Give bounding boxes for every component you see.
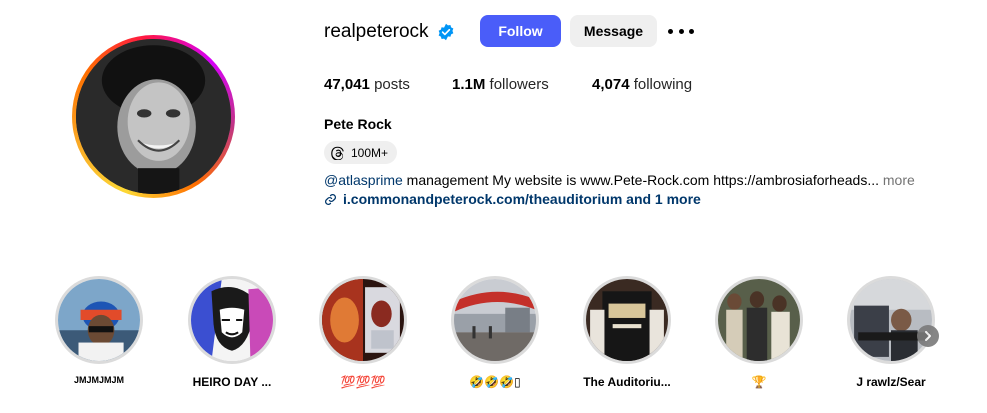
posts-count: 47,041 <box>324 76 370 93</box>
threads-followers-count: 100M+ <box>351 145 389 160</box>
story-highlight[interactable]: 💯💯💯 <box>318 276 408 389</box>
threads-icon <box>331 146 344 160</box>
username: realpeterock <box>324 21 429 42</box>
highlight-cover-image <box>454 279 536 361</box>
followers-stat[interactable]: 1.1M followers <box>452 76 592 93</box>
external-link[interactable]: i.commonandpeterock.com/theauditorium an… <box>324 191 701 207</box>
more-options-icon[interactable] <box>668 22 694 40</box>
highlight-label: J rawlz/Sear <box>856 375 926 389</box>
chevron-right-icon <box>925 331 931 341</box>
highlight-cover-image <box>191 279 273 361</box>
followers-count: 1.1M <box>452 76 486 93</box>
avatar-photo <box>76 39 231 194</box>
highlight-label: 🏆 <box>751 375 767 389</box>
bio-body: management My website is www.Pete-Rock.c… <box>402 172 879 188</box>
avatar-portrait-image <box>76 39 231 194</box>
following-stat[interactable]: 4,074 following <box>592 76 692 93</box>
highlight-label: The Auditoriu... <box>583 375 671 389</box>
followers-label: followers <box>489 76 549 93</box>
story-highlight[interactable]: 🤣🤣🤣▯ <box>450 276 540 389</box>
profile-stats: 47,041 posts 1.1M followers 4,074 follow… <box>324 76 692 93</box>
story-highlight[interactable]: JMJMJMJM <box>54 276 144 385</box>
highlight-ring <box>715 276 803 364</box>
highlight-cover-image <box>586 279 668 361</box>
full-name: Pete Rock <box>324 116 392 132</box>
highlight-cover <box>191 279 273 361</box>
posts-label: posts <box>374 76 410 93</box>
story-highlight[interactable]: HEIRO DAY ... <box>187 276 277 389</box>
bio-text: @atlasprime management My website is www… <box>324 172 915 188</box>
bio-more-button[interactable]: more <box>879 172 915 188</box>
profile-header: realpeterock <box>324 16 455 48</box>
highlight-cover-image <box>58 279 140 361</box>
highlight-cover-image <box>322 279 404 361</box>
threads-badge[interactable]: 100M+ <box>324 141 398 164</box>
highlights-next-button[interactable] <box>917 325 939 347</box>
highlight-label: 🤣🤣🤣▯ <box>469 375 521 389</box>
highlight-cover <box>718 279 800 361</box>
highlight-cover <box>322 279 404 361</box>
dot <box>668 28 673 34</box>
story-highlight[interactable]: J rawlz/Sear <box>846 276 936 389</box>
story-highlight[interactable]: 🏆 <box>714 276 804 389</box>
profile-avatar[interactable] <box>72 35 235 198</box>
highlight-label: JMJMJMJM <box>73 375 124 385</box>
bio-mention-link[interactable]: @atlasprime <box>324 172 403 188</box>
verified-badge-icon <box>438 23 453 41</box>
highlight-cover <box>58 279 140 361</box>
highlight-label: 💯💯💯 <box>340 375 386 389</box>
highlight-ring <box>583 276 671 364</box>
following-label: following <box>633 76 693 93</box>
story-highlight[interactable]: The Auditoriu... <box>582 276 672 389</box>
highlight-cover <box>586 279 668 361</box>
follow-button[interactable]: Follow <box>480 15 561 47</box>
following-count: 4,074 <box>592 76 630 93</box>
link-icon <box>325 193 336 205</box>
highlight-cover <box>850 279 932 361</box>
highlight-ring <box>451 276 539 364</box>
dot <box>678 28 684 34</box>
highlight-ring <box>319 276 407 364</box>
external-link-text: i.commonandpeterock.com/theauditorium an… <box>343 191 701 207</box>
highlight-cover-image <box>718 279 800 361</box>
posts-stat: 47,041 posts <box>324 76 452 93</box>
highlight-ring <box>847 276 935 364</box>
highlight-label: HEIRO DAY ... <box>192 375 272 389</box>
highlight-cover <box>454 279 536 361</box>
dot <box>689 28 694 34</box>
highlight-ring <box>188 276 276 364</box>
highlight-cover-image <box>850 279 932 361</box>
highlight-ring <box>55 276 143 364</box>
message-button[interactable]: Message <box>570 15 657 47</box>
